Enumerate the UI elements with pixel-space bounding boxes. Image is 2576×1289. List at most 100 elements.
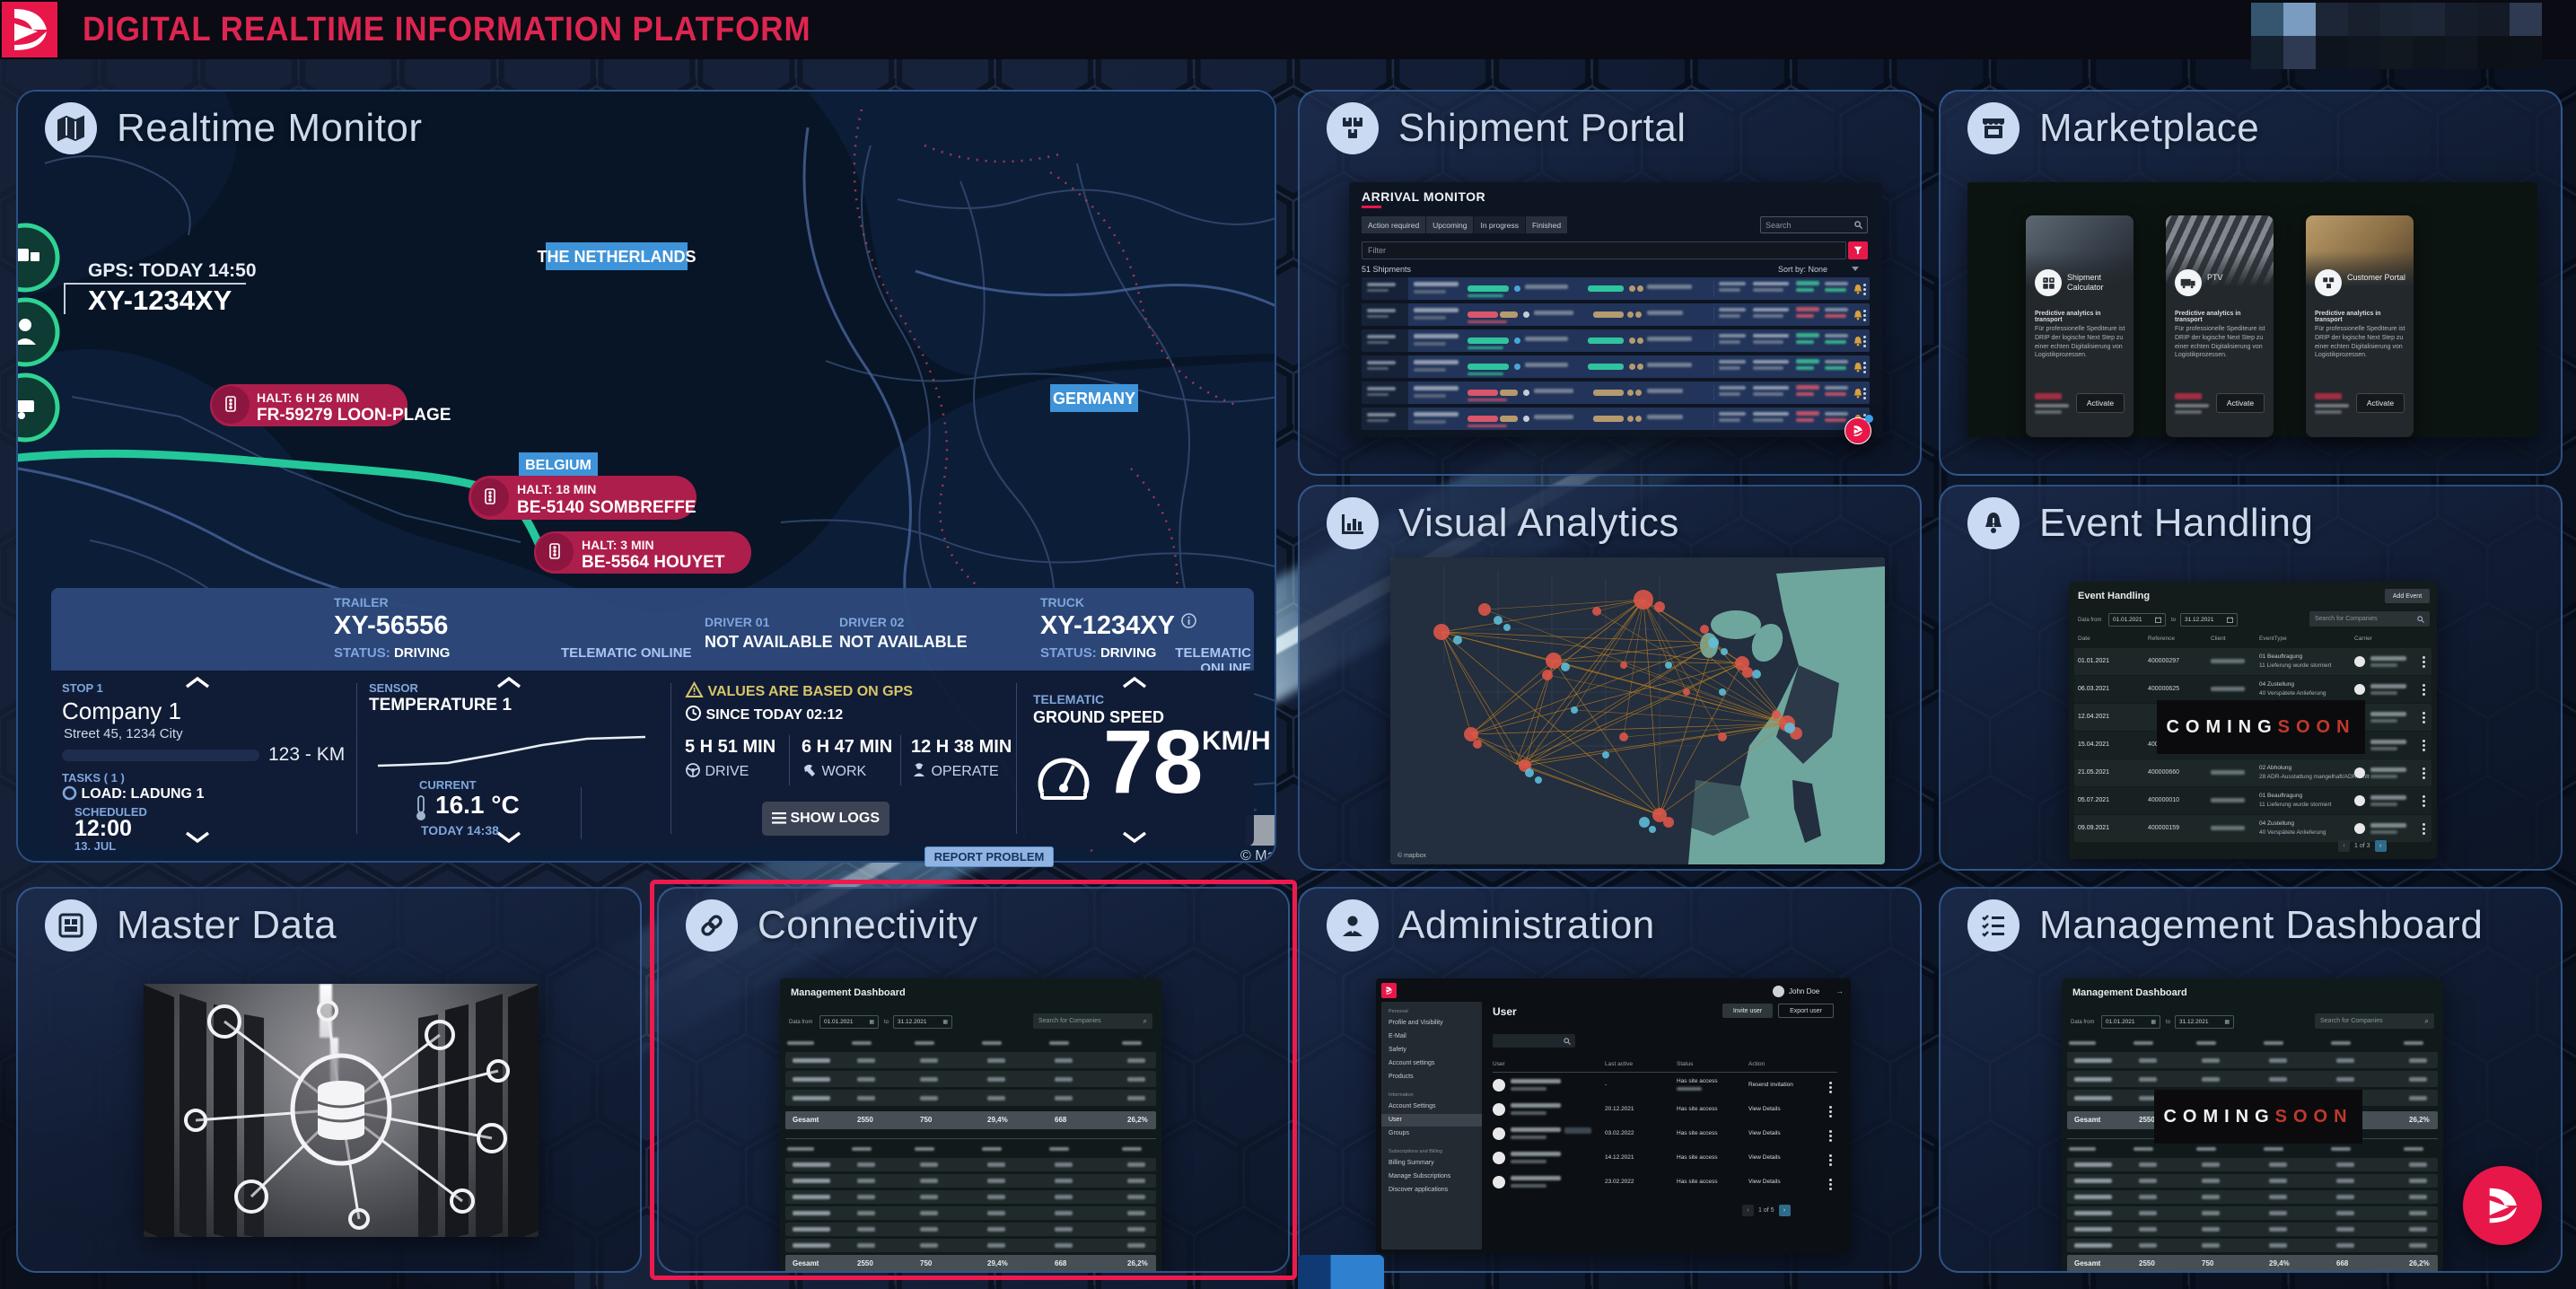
admin-row[interactable]: - Has site access Resend invitation (1376, 1075, 1851, 1099)
info-icon[interactable] (1181, 613, 1197, 628)
tab-upcoming[interactable]: Upcoming (1426, 216, 1474, 233)
row-action[interactable]: View Details (1748, 1130, 1781, 1136)
filter-input[interactable]: Filter (1362, 241, 1846, 259)
assistant-fab-button[interactable] (2463, 1166, 2542, 1245)
date-from-input[interactable]: 01.01.2021 ▦ (2101, 1015, 2160, 1029)
marketplace-card-package[interactable]: Customer Portal Predictive analytics in t… (2306, 215, 2414, 437)
export-user-button[interactable]: Export user (1778, 1004, 1834, 1018)
tab-finished[interactable]: Finished (1525, 216, 1568, 233)
activate-button[interactable]: Activate (2356, 393, 2405, 413)
kebab-menu-icon[interactable] (1829, 1153, 1832, 1168)
date-from-input[interactable]: 01.01.2021 ▦ (819, 1015, 879, 1029)
row-action[interactable]: View Details (1748, 1106, 1781, 1112)
event-row[interactable]: 09.09.2021 400000159 04 Zustellung 40 Versp… (2074, 815, 2431, 842)
tile-title-shipment: Shipment Portal (1398, 106, 1687, 150)
add-event-button[interactable]: Add Event (2385, 589, 2430, 603)
kebab-menu-icon[interactable] (1829, 1104, 1832, 1119)
chevron-up-icon[interactable] (495, 676, 522, 688)
user-menu[interactable]: John Doe (1789, 987, 1819, 995)
kebab-menu-icon[interactable] (2423, 821, 2425, 837)
shipment-count: 51 Shipments (1362, 265, 1412, 274)
event-row[interactable]: 01.01.2021 400000297 01 Beauftragung 11 Lie… (2074, 648, 2431, 675)
activate-button[interactable]: Activate (2216, 393, 2265, 413)
tile-master-data[interactable]: Master Data (16, 887, 642, 1273)
tab-in-progress[interactable]: In progress (1474, 216, 1525, 233)
kebab-menu-icon[interactable] (1863, 334, 1866, 349)
blurred-text-block (857, 1211, 875, 1215)
prev-page-button[interactable]: ‹ (2338, 840, 2350, 852)
event-row[interactable]: 21.05.2021 400000660 02 Abholung 28 ADR-Aus… (2074, 759, 2431, 786)
kebab-menu-icon[interactable] (2423, 738, 2425, 753)
halt-badge-houyet[interactable]: HALT: 3 MIN BE-5564 HOUYET (534, 531, 751, 574)
admin-row[interactable]: 23.02.2022 Has site access View Details (1376, 1172, 1851, 1196)
sidebar-item-profile-and-visibility[interactable]: Profile and Visibility (1381, 1017, 1482, 1030)
user-avatar[interactable] (1773, 986, 1784, 997)
date-to-input[interactable]: 31.12.2021 ▦ (2175, 1015, 2234, 1029)
kebab-menu-icon[interactable] (2423, 682, 2425, 697)
kebab-menu-icon[interactable] (2423, 710, 2425, 725)
tile-administration[interactable]: Administration John Doe → Personal Profil… (1298, 887, 1922, 1273)
filter-button[interactable] (1848, 241, 1868, 259)
mgmt-search-input[interactable]: Search for Companies ⌕ (2315, 1013, 2434, 1029)
sidebar-item-safety[interactable]: Safety (1381, 1044, 1482, 1057)
kebab-menu-icon[interactable] (1829, 1177, 1832, 1192)
kebab-menu-icon[interactable] (1829, 1080, 1832, 1095)
marketplace-card-keyboard[interactable]: PTV Predictive analytics in transport Für … (2166, 215, 2274, 437)
report-problem-button[interactable]: REPORT PROBLEM (924, 846, 1054, 867)
shipment-row[interactable] (1362, 303, 1870, 326)
logout-arrow-icon[interactable]: → (1836, 986, 1844, 995)
row-action[interactable]: Resend invitation (1748, 1082, 1793, 1088)
shipment-row[interactable] (1362, 408, 1870, 430)
chevron-down-icon[interactable] (184, 830, 211, 843)
chevron-up-icon[interactable] (1121, 676, 1148, 688)
event-row[interactable]: 06.03.2021 400000625 04 Zustellung 40 Versp… (2074, 676, 2431, 703)
invite-user-button[interactable]: Invite user (1722, 1004, 1773, 1018)
admin-row[interactable]: 20.12.2021 Has site access View Details (1376, 1100, 1851, 1123)
admin-row[interactable]: 03.02.2022 Has site access View Details (1376, 1124, 1851, 1147)
shipment-row[interactable] (1362, 277, 1870, 300)
kebab-menu-icon[interactable] (1829, 1128, 1832, 1144)
chevron-down-icon[interactable] (1121, 830, 1148, 843)
admin-row[interactable]: 14.12.2021 Has site access View Details (1376, 1148, 1851, 1171)
activate-button[interactable]: Activate (2076, 393, 2125, 413)
eh-search-input[interactable]: Search for Companies (2309, 611, 2430, 627)
date-to-input[interactable]: 31.12.2021 ▦ (893, 1015, 952, 1029)
shipment-row[interactable] (1362, 329, 1870, 352)
chevron-down-icon[interactable] (495, 830, 522, 843)
halt-badge-sombreffe[interactable]: HALT: 18 MIN BE-5140 SOMBREFFE (469, 476, 697, 520)
tile-marketplace[interactable]: Marketplace Shipment Calculator Predictiv… (1939, 90, 2563, 476)
row-action[interactable]: View Details (1748, 1154, 1781, 1161)
kebab-menu-icon[interactable] (1863, 386, 1866, 401)
next-page-button[interactable]: › (1778, 1205, 1791, 1216)
search-input[interactable]: Search (1760, 216, 1868, 233)
tile-connectivity[interactable]: Connectivity Management Dashboard Data fr… (657, 887, 1290, 1273)
row-action[interactable]: View Details (1748, 1179, 1781, 1185)
marketplace-card-truck[interactable]: Shipment Calculator Predictive analytics … (2026, 215, 2134, 437)
kebab-menu-icon[interactable] (1863, 308, 1866, 323)
tab-action-required[interactable]: Action required (1362, 216, 1426, 233)
next-page-button[interactable]: › (2374, 840, 2387, 852)
chevron-up-icon[interactable] (184, 676, 211, 688)
kebab-menu-icon[interactable] (2423, 654, 2425, 670)
kebab-menu-icon[interactable] (1863, 360, 1866, 375)
event-row[interactable]: 05.07.2021 400000010 01 Beauftragung 11 Lie… (2074, 787, 2431, 814)
platform-logo[interactable] (2, 2, 57, 57)
prev-page-button[interactable]: ‹ (1742, 1205, 1754, 1216)
sidebar-item-e-mail[interactable]: E-Mail (1381, 1030, 1482, 1043)
tile-visual-analytics[interactable]: Visual Analytics © mapbox (1298, 485, 1922, 871)
kebab-menu-icon[interactable] (2423, 766, 2425, 781)
row-status: Has site access (1677, 1130, 1718, 1136)
shipment-row[interactable] (1362, 355, 1870, 378)
shipment-row[interactable] (1362, 381, 1870, 404)
mgmt-search-input[interactable]: Search for Companies ⌕ (1033, 1013, 1152, 1029)
tile-event-handling[interactable]: Event Handling Event Handling Add Event … (1939, 485, 2563, 871)
date-to-input[interactable]: 31.12.2021 (2180, 613, 2238, 627)
tile-shipment-portal[interactable]: Shipment Portal ARRIVAL MONITOR Action r… (1298, 90, 1922, 476)
sort-control[interactable]: Sort by: None (1778, 265, 1827, 274)
kebab-menu-icon[interactable] (2423, 794, 2425, 809)
kebab-menu-icon[interactable] (1863, 282, 1866, 297)
tile-realtime-monitor[interactable]: GPS: TODAY 14:50 XY-1234XY THE NETHERLAN… (16, 90, 1276, 863)
admin-search-input[interactable] (1493, 1034, 1575, 1048)
date-from-input[interactable]: 01.01.2021 (2108, 613, 2166, 627)
show-logs-button[interactable]: SHOW LOGS (762, 802, 889, 836)
